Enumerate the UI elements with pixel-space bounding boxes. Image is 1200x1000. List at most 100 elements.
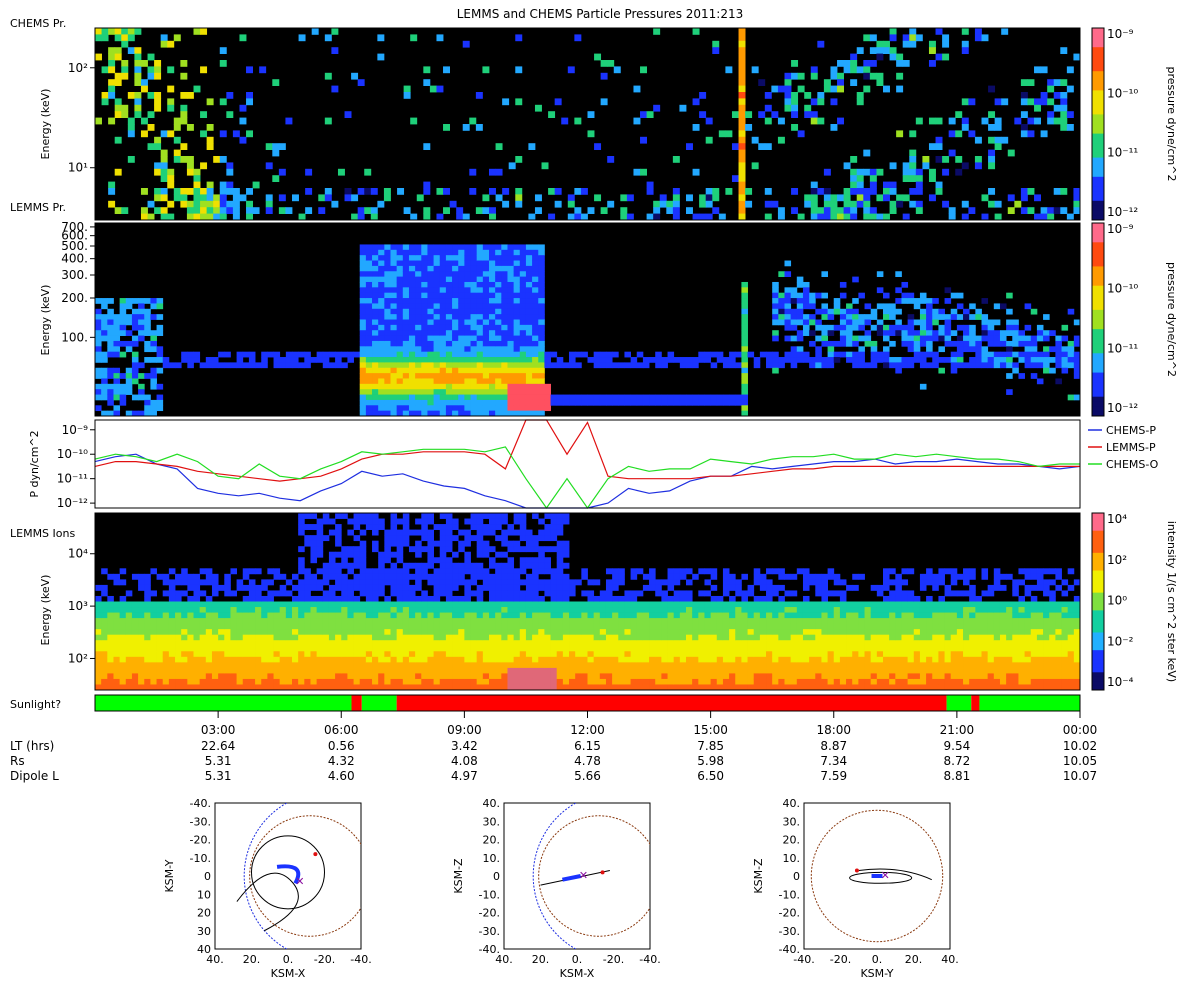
chems-pixel xyxy=(154,194,162,202)
ion-pixel xyxy=(433,584,441,591)
lemms-pixel xyxy=(507,265,515,272)
chems-pixel xyxy=(856,181,864,189)
ion-pixel xyxy=(673,618,681,625)
ion-pixel xyxy=(292,678,299,685)
lemms-pixel xyxy=(538,265,545,272)
lemms-pixel xyxy=(1055,340,1062,347)
ion-pixel xyxy=(661,623,668,630)
lemms-pixel xyxy=(1024,346,1032,353)
chems-pixel xyxy=(528,213,536,221)
ion-pixel xyxy=(372,529,379,536)
chems-pixel xyxy=(955,130,963,138)
chems-pixel xyxy=(121,104,129,112)
ion-pixel xyxy=(464,667,471,674)
ion-pixel xyxy=(316,595,324,602)
lemms-pixel xyxy=(538,314,545,320)
lemms-pixel xyxy=(138,324,145,331)
ion-pixel xyxy=(575,634,582,641)
lemms-pixel xyxy=(649,357,656,363)
lemms-pixel xyxy=(501,298,508,304)
ion-pixel xyxy=(624,612,631,619)
ion-pixel xyxy=(230,673,237,680)
lemms-pixel xyxy=(532,265,539,272)
ion-pixel xyxy=(612,673,619,680)
ion-pixel xyxy=(273,656,281,663)
lemms-pixel xyxy=(778,271,785,278)
ion-pixel xyxy=(248,623,256,630)
lemms-pixel xyxy=(415,357,422,363)
chems-pixel xyxy=(876,53,884,61)
ion-pixel xyxy=(544,607,551,613)
ion-pixel xyxy=(328,595,336,602)
ion-pixel xyxy=(489,645,496,652)
ion-pixel xyxy=(322,518,330,525)
ion-pixel xyxy=(439,546,447,553)
lemms-pixel xyxy=(895,362,902,369)
ion-pixel xyxy=(649,573,656,580)
lemms-pixel xyxy=(285,351,293,358)
chems-pixel xyxy=(620,213,628,221)
chems-pixel xyxy=(935,188,943,195)
lemms-pixel xyxy=(538,287,545,294)
lemms-pixel xyxy=(956,362,964,369)
chems-pixel xyxy=(567,194,575,202)
ion-pixel xyxy=(605,656,613,663)
lemms-pixel xyxy=(1073,351,1081,358)
lemms-pixel xyxy=(513,362,521,369)
ion-pixel xyxy=(316,662,324,669)
lemms-pixel xyxy=(482,367,490,374)
chems-pixel xyxy=(436,85,444,93)
chems-pixel xyxy=(928,168,936,176)
chems-pixel xyxy=(443,188,450,195)
chems-pixel xyxy=(108,92,116,99)
ion-pixel xyxy=(378,640,385,647)
ion-pixel xyxy=(181,645,188,652)
chems-pixel xyxy=(876,40,884,48)
lemms-pixel xyxy=(439,314,447,320)
chems-pixel xyxy=(791,188,799,195)
lemms-pixel xyxy=(242,362,250,369)
chems-pixel xyxy=(154,92,162,99)
ion-pixel xyxy=(495,513,502,519)
ion-pixel xyxy=(267,673,274,680)
ion-pixel xyxy=(107,595,114,602)
ion-pixel xyxy=(538,529,545,536)
lemms-pixel xyxy=(790,351,798,358)
lemms-pixel xyxy=(1067,357,1075,363)
ion-pixel xyxy=(556,546,564,553)
ion-pixel xyxy=(599,667,607,674)
lemms-pressure-panel: Energy (keV) 100.200.300.400.500.600.700… xyxy=(39,220,1178,417)
lemms-pixel xyxy=(1061,335,1069,342)
lemms-pixel xyxy=(919,292,927,299)
lemms-pixel xyxy=(575,394,582,401)
ion-pixel xyxy=(162,656,170,663)
lemms-pixel xyxy=(113,378,121,385)
ion-pixel xyxy=(390,518,398,525)
ion-pixel xyxy=(267,662,274,669)
chems-pixel xyxy=(961,162,969,170)
ion-pixel xyxy=(372,546,379,553)
ion-pixel xyxy=(359,651,367,658)
chems-pixel xyxy=(863,149,871,157)
lemms-pixel xyxy=(119,303,127,310)
lemms-pixel xyxy=(445,351,453,358)
ion-pixel xyxy=(667,595,675,602)
chems-pixel xyxy=(121,40,129,48)
lemms-pixel xyxy=(396,399,404,406)
chems-pixel xyxy=(791,92,799,99)
lemms-pixel xyxy=(131,298,139,304)
chems-pixel xyxy=(837,117,844,125)
ion-pixel xyxy=(593,662,601,669)
ion-pixel xyxy=(482,618,490,625)
lemms-pixel xyxy=(470,265,478,272)
ion-pixel xyxy=(230,590,237,597)
lemms-pixel xyxy=(913,335,921,342)
lemms-pixel xyxy=(421,249,428,256)
lemms-pixel xyxy=(402,324,410,331)
lemms-pixel xyxy=(341,351,348,358)
chems-pixel xyxy=(705,136,713,144)
chems-pixel xyxy=(127,124,135,131)
ion-pixel xyxy=(550,662,558,669)
lemms-pixel xyxy=(999,340,1007,347)
colorbar-cell xyxy=(1092,167,1104,173)
